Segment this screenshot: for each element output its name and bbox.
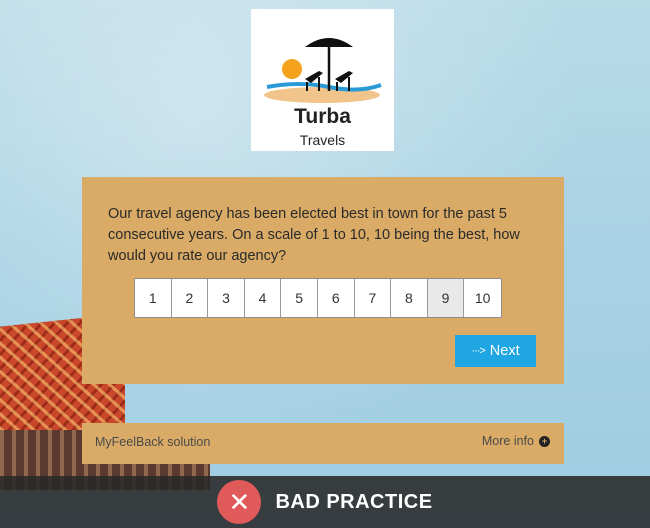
solution-credit: MyFeelBack solution (95, 435, 211, 449)
rating-option-3[interactable]: 3 (208, 279, 245, 317)
rating-option-9[interactable]: 9 (427, 279, 465, 317)
rating-option-7[interactable]: 7 (354, 279, 392, 317)
survey-card: Our travel agency has been elected best … (82, 177, 564, 384)
rating-scale: 1 2 3 4 5 6 7 8 9 10 (134, 278, 502, 318)
beach-umbrella-logo-icon (264, 38, 382, 103)
company-logo: Turba Travels (251, 9, 394, 151)
more-info-link[interactable]: More info + (482, 434, 550, 448)
survey-footer: MyFeelBack solution More info + (82, 423, 564, 464)
logo-subtitle: Travels (299, 132, 346, 148)
rating-option-6[interactable]: 6 (317, 279, 355, 317)
more-info-label: More info (481, 434, 534, 448)
plus-circle-icon: + (539, 435, 550, 447)
bad-practice-banner: ✕ BAD PRACTICE (0, 476, 650, 528)
rating-option-10[interactable]: 10 (464, 279, 501, 317)
rating-option-8[interactable]: 8 (391, 279, 428, 317)
logo-title: Turba (294, 105, 351, 128)
next-button-label: Next (489, 343, 520, 359)
rating-option-5[interactable]: 5 (281, 279, 318, 317)
dots-arrow-icon: ···> (471, 345, 485, 357)
rating-option-1[interactable]: 1 (135, 279, 172, 317)
next-button[interactable]: ···> Next (455, 335, 536, 367)
bad-practice-label: BAD PRACTICE (275, 490, 433, 513)
rating-option-2[interactable]: 2 (171, 279, 209, 317)
rating-option-4[interactable]: 4 (244, 279, 282, 317)
close-icon: ✕ (217, 480, 262, 524)
survey-question: Our travel agency has been elected best … (108, 206, 520, 264)
